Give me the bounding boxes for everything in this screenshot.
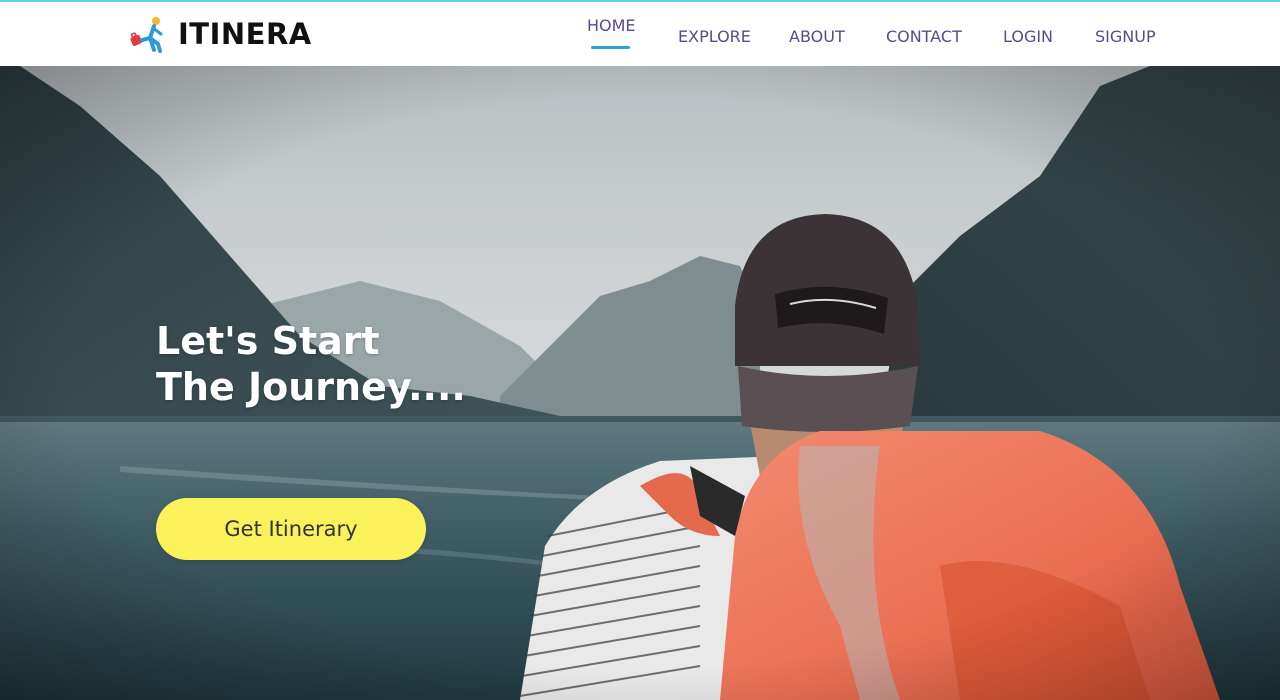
active-nav-indicator	[591, 46, 630, 49]
headline-line-1: Let's Start	[156, 319, 380, 363]
nav-explore[interactable]: EXPLORE	[678, 27, 751, 46]
nav-home[interactable]: HOME	[587, 16, 636, 35]
hero-headline: Let's Start The Journey....	[156, 318, 466, 410]
brand-name: ITINERA	[178, 17, 312, 51]
nav-contact[interactable]: CONTACT	[886, 27, 962, 46]
nav-about[interactable]: ABOUT	[789, 27, 845, 46]
traveler-with-suitcase-icon	[130, 17, 163, 53]
nav-signup[interactable]: SIGNUP	[1095, 27, 1156, 46]
top-navbar: ITINERA HOME EXPLORE ABOUT CONTACT LOGIN…	[0, 0, 1280, 66]
nav-login[interactable]: LOGIN	[1003, 27, 1053, 46]
brand[interactable]: ITINERA	[128, 14, 312, 54]
headline-line-2: The Journey....	[156, 365, 466, 409]
get-itinerary-button[interactable]: Get Itinerary	[156, 498, 426, 560]
hero-banner: Let's Start The Journey.... Get Itinerar…	[0, 66, 1280, 700]
